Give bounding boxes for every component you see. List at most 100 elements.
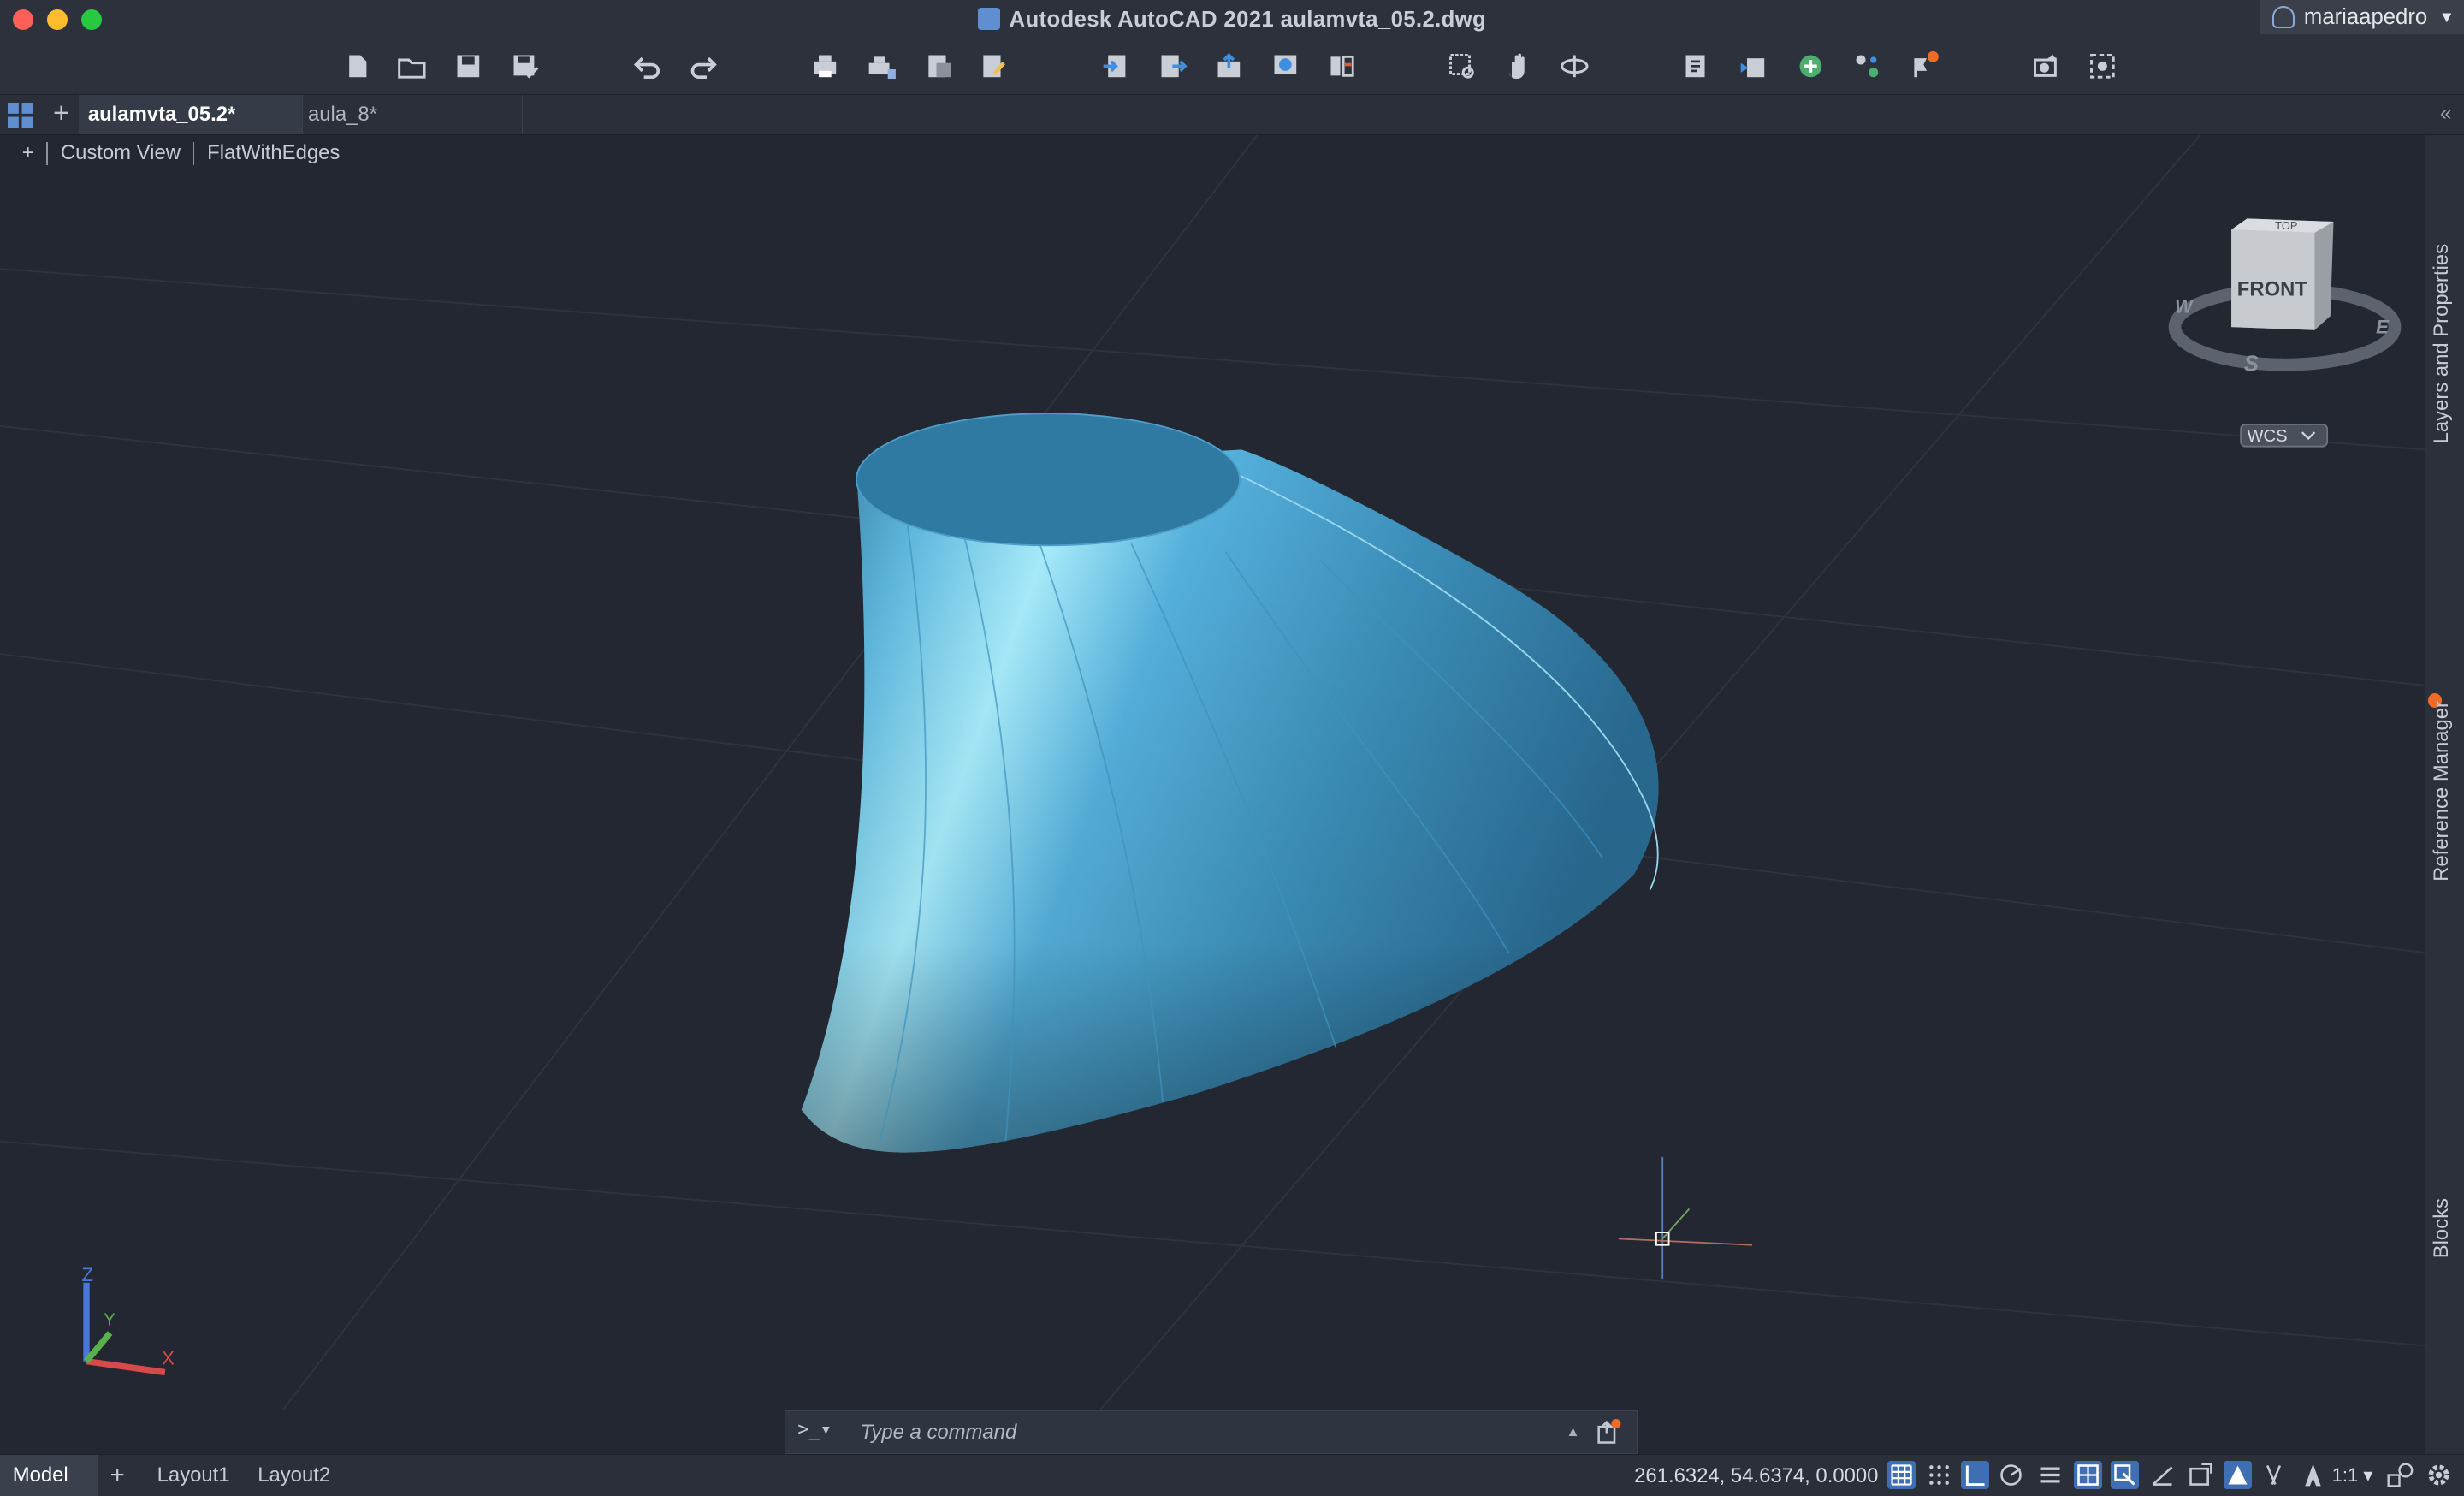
autocad-app-icon [977,8,1000,30]
open-button[interactable] [396,50,428,82]
command-line: >_▾ ▲ [784,1410,1638,1454]
tab-layout2[interactable]: Layout2 [246,1455,343,1496]
annotation-visibility-icon[interactable] [2223,1461,2252,1490]
web-button[interactable] [1270,50,1301,82]
ortho-toggle-icon[interactable] [1961,1461,1990,1490]
save-icon [457,55,480,77]
save-as-button[interactable] [509,50,541,82]
layers-properties-tab[interactable]: Layers and Properties [2430,244,2454,443]
grid-toggle-icon[interactable] [1886,1461,1916,1490]
blocks-tab[interactable]: Blocks [2430,1198,2454,1258]
gear-icon[interactable] [2425,1461,2453,1489]
batch-plot-button[interactable] [866,50,897,82]
orbit-icon [1561,55,1589,77]
layer-props-icon [1685,55,1705,77]
divider [192,141,195,166]
redo-icon [691,56,718,79]
publish-icon [928,55,951,77]
command-prompt-icon[interactable]: >_▾ [797,1419,832,1440]
command-input[interactable] [856,1416,1555,1451]
status-bar: Model + Layout1 Layout2 261.6324, 54.637… [0,1453,2464,1496]
import-button[interactable] [1100,50,1132,82]
open-icon [398,58,426,79]
wcs-label: WCS [2247,427,2287,446]
notification-button[interactable] [1908,50,1940,82]
layer-props-button[interactable] [1681,50,1713,82]
attach-icon [1856,55,1878,77]
share-button[interactable] [1213,50,1245,82]
tab-layout1[interactable]: Layout1 [145,1455,242,1496]
isodraft-icon[interactable] [2186,1461,2214,1489]
file-tabs-bar: + aulamvta_05.2* aula_8* « [0,94,2464,136]
model-viewport[interactable]: Z Y X FRONT TOP W E S WCS [0,134,2426,1410]
polar-toggle-icon[interactable] [1997,1461,2025,1489]
compass-west: W [2175,296,2194,318]
plot-button[interactable] [809,50,841,82]
command-history-icon[interactable] [1596,1418,1621,1444]
viewport-menu-plus[interactable]: + [22,141,34,165]
render-button[interactable] [2030,50,2062,82]
pan-button[interactable] [1502,50,1534,82]
annotation-scale-value[interactable]: 1:1 ▾ [2332,1464,2373,1487]
annotation-autoscale-icon[interactable] [2260,1461,2288,1489]
attach-button[interactable] [1851,50,1883,82]
divider [46,141,49,166]
selection-cycling-icon[interactable] [2110,1461,2139,1490]
tab-aulamvta[interactable]: aulamvta_05.2* [78,95,303,135]
orbit-button[interactable] [1559,50,1590,82]
viewport-controls: + Custom View FlatWithEdges [22,141,340,166]
match-props-button[interactable] [1738,50,1769,82]
view-manager-button[interactable] [2087,50,2118,82]
snap-toggle-icon[interactable] [1925,1461,1953,1489]
add-layout-button[interactable]: + [107,1455,128,1496]
save-button[interactable] [453,50,484,82]
viewcube-top-label: TOP [2275,219,2297,232]
zoom-window-icon [1448,53,1474,79]
quick-access-toolbar [0,39,2464,95]
model-canvas: Z Y X FRONT TOP W E S WCS [0,134,2426,1410]
redo-button[interactable] [688,50,720,82]
window-title: Autodesk AutoCAD 2021 aulamvta_05.2.dwg [0,8,2464,33]
pan-icon [1508,53,1525,79]
xref-button[interactable] [1795,50,1827,82]
title-bar: Autodesk AutoCAD 2021 aulamvta_05.2.dwg … [0,0,2464,39]
wcs-dropdown[interactable]: WCS [2240,423,2329,448]
sheet-set-icon [1330,55,1354,77]
undo-button[interactable] [631,50,663,82]
notification-icon [1914,50,1939,77]
page-setup-button[interactable] [977,50,1009,82]
annotation-scale-icon[interactable] [2299,1461,2327,1489]
transparency-toggle-icon[interactable] [2074,1461,2103,1490]
reference-manager-tab[interactable]: Reference Manager [2430,701,2454,882]
workspace-switch-icon[interactable] [2385,1461,2414,1489]
compass-south: S [2244,352,2259,376]
collapse-panels-icon[interactable]: « [2440,102,2451,126]
zoom-window-button[interactable] [1446,50,1478,82]
tab-aula-8[interactable]: aula_8* [299,95,523,135]
compass-east: E [2376,316,2390,337]
lineweight-toggle-icon[interactable] [2036,1461,2064,1489]
ucs-z-label: Z [82,1264,93,1285]
coordinates-readout[interactable]: 261.6324, 54.6374, 0.0000 [1634,1464,1878,1488]
new-tab-button[interactable]: + [47,98,75,130]
sheet-set-button[interactable] [1326,50,1358,82]
publish-button[interactable] [922,50,954,82]
xref-icon [1799,55,1821,77]
batch-plot-icon [868,56,896,79]
chevron-down-icon: ▼ [2438,8,2455,27]
match-props-icon [1741,57,1765,77]
plot-icon [814,55,837,77]
export-button[interactable] [1157,50,1188,82]
web-icon [1274,55,1297,74]
save-as-icon [513,55,539,79]
render-icon [2034,53,2058,77]
user-menu[interactable]: mariaapedro ▼ [2260,0,2464,35]
dynamic-ucs-icon[interactable] [2148,1461,2177,1489]
viewcube[interactable]: FRONT TOP W E S [2168,218,2402,376]
view-control[interactable]: Custom View [61,141,181,165]
command-history-caret-icon[interactable]: ▲ [1566,1423,1579,1440]
tab-model[interactable]: Model [0,1454,98,1496]
visual-style-control[interactable]: FlatWithEdges [207,141,340,165]
new-button[interactable] [341,50,373,82]
start-tab-grid-icon[interactable] [8,103,33,128]
